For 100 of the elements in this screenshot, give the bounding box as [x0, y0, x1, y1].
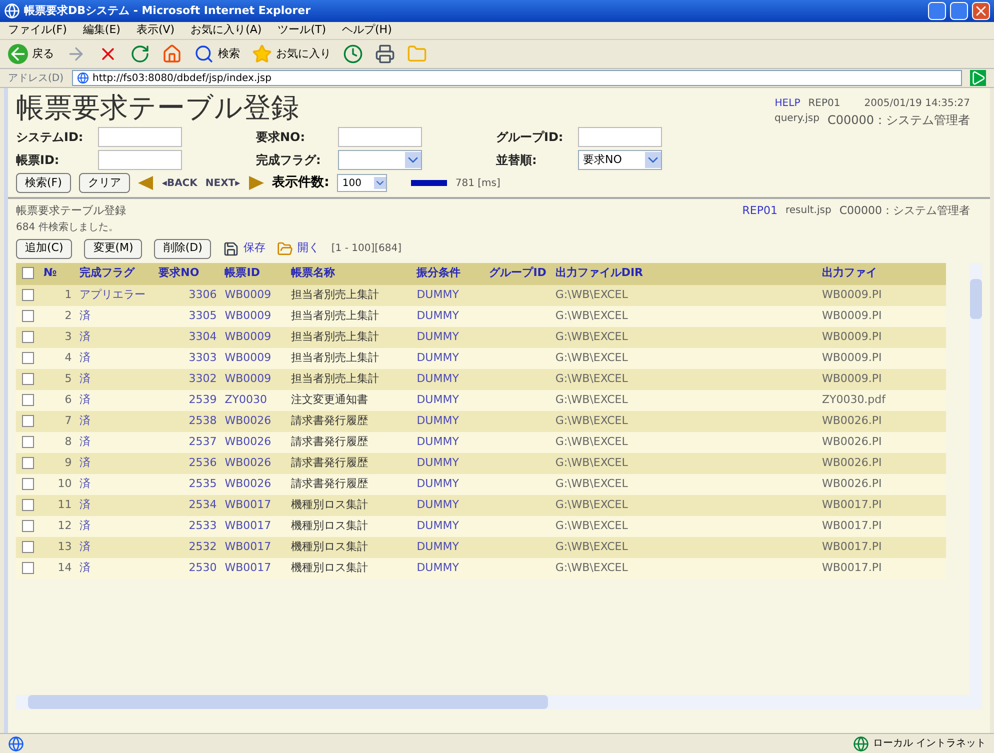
select-field[interactable]: [338, 150, 422, 170]
help-link[interactable]: HELP: [774, 96, 800, 111]
table-cell: 4: [64, 350, 72, 364]
table-cell[interactable]: WB0009: [224, 330, 272, 343]
table-cell[interactable]: WB0026: [224, 476, 272, 490]
search-button[interactable]: 検索(F): [16, 173, 71, 193]
table-cell[interactable]: WB0017: [224, 498, 272, 511]
table-cell[interactable]: WB0026: [224, 456, 272, 469]
refresh-icon[interactable]: [130, 44, 150, 64]
user-name: C00000：システム管理者: [839, 203, 970, 219]
table-cell[interactable]: WB0009: [224, 350, 272, 364]
menu-item[interactable]: ツール(T): [278, 22, 326, 39]
count-select[interactable]: 100: [337, 174, 388, 192]
table-cell: 3302: [188, 372, 217, 385]
column-header[interactable]: 要求NO: [154, 262, 221, 284]
action-button[interactable]: 追加(C): [16, 238, 72, 258]
next-arrow-icon[interactable]: [248, 176, 264, 190]
clear-button[interactable]: クリア: [78, 173, 130, 193]
table-cell: 14: [58, 560, 72, 574]
table-cell: 機種別ロス集計: [290, 560, 368, 574]
table-cell[interactable]: WB0026: [224, 434, 272, 448]
home-icon[interactable]: [162, 44, 182, 64]
history-icon[interactable]: [343, 44, 363, 64]
action-button[interactable]: 削除(D): [154, 238, 212, 258]
menu-item[interactable]: お気に入り(A): [190, 22, 262, 39]
row-checkbox[interactable]: [22, 372, 34, 385]
action-button[interactable]: 変更(M): [84, 238, 142, 258]
column-header[interactable]: 振分条件: [412, 262, 486, 284]
address-field[interactable]: http://fs03:8080/dbdef/jsp/index.jsp: [72, 70, 962, 86]
table-cell: 7: [64, 414, 72, 427]
row-checkbox[interactable]: [22, 394, 34, 406]
table-cell: 2538: [188, 414, 217, 427]
open-button[interactable]: 開く: [277, 240, 320, 257]
table-cell[interactable]: ZY0030: [224, 392, 267, 406]
table-cell[interactable]: WB0009: [224, 288, 272, 301]
back-link[interactable]: ◂BACK: [162, 176, 198, 190]
table-cell[interactable]: WB0009: [224, 372, 272, 385]
go-icon[interactable]: [970, 70, 986, 86]
row-checkbox[interactable]: [22, 478, 34, 490]
column-header[interactable]: №: [39, 262, 76, 284]
column-header[interactable]: 帳票ID: [220, 262, 287, 284]
table-cell: 済: [80, 456, 91, 469]
table-cell: WB0009.PI: [822, 308, 882, 322]
column-header[interactable]: 完成フラグ: [76, 262, 155, 284]
table-cell: 5: [64, 372, 72, 385]
menu-item[interactable]: 編集(E): [82, 22, 120, 39]
row-checkbox[interactable]: [22, 330, 34, 343]
table-cell: 3306: [188, 288, 217, 301]
back-arrow-icon[interactable]: [138, 176, 154, 190]
save-button[interactable]: 保存: [223, 240, 266, 257]
input-field[interactable]: [338, 127, 422, 147]
row-checkbox[interactable]: [22, 520, 34, 532]
field-label: 帳票ID:: [16, 152, 60, 169]
table-cell[interactable]: WB0026: [224, 414, 272, 427]
row-checkbox[interactable]: [22, 310, 34, 322]
menu-item[interactable]: ヘルプ(H): [342, 22, 392, 39]
report-id: REP01: [808, 97, 840, 111]
table-cell[interactable]: WB0017: [224, 518, 272, 532]
table-cell: 済: [80, 498, 91, 511]
vertical-scrollbar[interactable]: [970, 262, 982, 695]
row-checkbox[interactable]: [22, 498, 34, 511]
close-icon[interactable]: [972, 2, 990, 20]
table-cell: DUMMY: [416, 330, 459, 343]
column-header[interactable]: 帳票名称: [286, 262, 413, 284]
menu-item[interactable]: 表示(V): [136, 22, 175, 39]
back-button[interactable]: 戻る: [8, 44, 54, 64]
table-cell[interactable]: WB0017: [224, 540, 272, 553]
table-cell: WB0026.PI: [822, 434, 882, 448]
input-field[interactable]: [578, 127, 662, 147]
row-checkbox[interactable]: [22, 352, 34, 364]
row-checkbox[interactable]: [22, 562, 34, 574]
select-field[interactable]: 要求NO: [578, 150, 662, 170]
row-checkbox[interactable]: [22, 288, 34, 301]
print-icon[interactable]: [375, 44, 395, 64]
row-checkbox[interactable]: [22, 436, 34, 448]
input-field[interactable]: [98, 150, 182, 170]
table-cell: DUMMY: [416, 372, 459, 385]
row-checkbox[interactable]: [22, 414, 34, 427]
search-button[interactable]: 検索: [194, 44, 240, 64]
row-checkbox[interactable]: [22, 540, 34, 553]
table-cell: DUMMY: [416, 392, 459, 406]
horizontal-scrollbar[interactable]: [16, 695, 982, 709]
menu-item[interactable]: ファイル(F): [8, 22, 67, 39]
table-cell[interactable]: WB0017: [224, 560, 272, 574]
maximize-button[interactable]: [950, 2, 968, 20]
column-header[interactable]: 出力ファイルDIR: [551, 262, 818, 284]
table-cell: 請求書発行履歴: [290, 476, 368, 490]
next-link[interactable]: NEXT▸: [205, 176, 240, 190]
favorites-button[interactable]: お気に入り: [252, 44, 331, 64]
table-cell: 2: [64, 308, 72, 322]
input-field[interactable]: [98, 127, 182, 147]
table-cell: 3: [64, 330, 72, 343]
result-message: 684 件検索しました。: [16, 220, 120, 234]
field-label: 並替順:: [496, 152, 538, 169]
select-all-checkbox[interactable]: [22, 267, 34, 280]
column-header[interactable]: 出力ファイ: [818, 262, 946, 284]
row-checkbox[interactable]: [22, 456, 34, 469]
column-header[interactable]: グループID: [485, 262, 552, 284]
minimize-button[interactable]: [928, 2, 946, 20]
table-cell[interactable]: WB0009: [224, 308, 272, 322]
